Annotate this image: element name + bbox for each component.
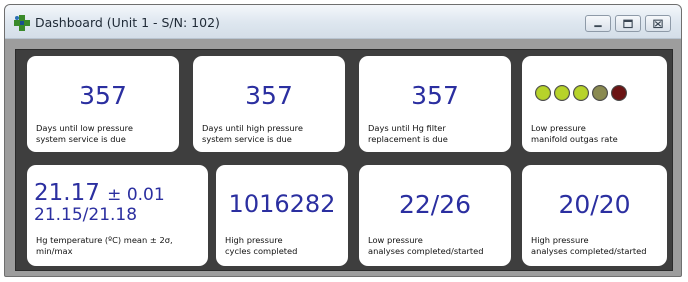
outgas-indicator-dot [554,85,570,101]
card-hg-filter: 357 Days until Hg filter replacement is … [359,56,511,152]
outgas-rate-label: Low pressure manifold outgas rate [531,123,618,144]
card-low-pressure-service: 357 Days until low pressure system servi… [27,56,179,152]
window-controls [585,15,671,32]
hg-temperature-label: Hg temperature (ºC) mean ± 2σ, min/max [36,235,173,256]
card-high-pressure-service: 357 Days until high pressure system serv… [193,56,345,152]
title-bar[interactable]: Dashboard (Unit 1 - S/N: 102) [5,5,681,39]
dashboard-window: Dashboard (Unit 1 - S/N: 102) 357 Days u… [4,4,682,277]
low-pressure-analyses-label: Low pressure analyses completed/started [368,235,484,256]
high-pressure-cycles-label: High pressure cycles completed [225,235,298,256]
hg-filter-label: Days until Hg filter replacement is due [368,123,448,144]
minimize-button[interactable] [585,15,611,32]
maximize-button[interactable] [615,15,641,32]
outgas-indicator-dot [573,85,589,101]
hg-temperature-mean: 21.17 ± 0.01 [34,180,165,206]
hg-temperature-deviation: ± 0.01 [107,185,165,205]
window-title: Dashboard (Unit 1 - S/N: 102) [35,15,220,30]
high-pressure-service-label: Days until high pressure system service … [202,123,303,144]
close-icon [653,19,663,29]
outgas-rate-indicator [535,85,627,101]
low-pressure-service-days: 357 [79,81,127,110]
hg-temperature-minmax: 21.15/21.18 [34,205,138,225]
high-pressure-analyses-label: High pressure analyses completed/started [531,235,647,256]
dashboard-panel: 357 Days until low pressure system servi… [15,49,673,271]
outgas-indicator-dot [592,85,608,101]
low-pressure-analyses-value: 22/26 [398,190,472,219]
minimize-icon [594,25,602,28]
low-pressure-service-label: Days until low pressure system service i… [36,123,134,144]
maximize-icon [623,19,633,29]
card-outgas-rate: Low pressure manifold outgas rate [522,56,667,152]
card-hg-temperature: 21.17 ± 0.01 21.15/21.18 Hg temperature … [27,165,208,266]
card-high-pressure-cycles: 1016282 High pressure cycles completed [216,165,348,266]
outgas-indicator-dot [611,85,627,101]
outgas-indicator-dot [535,85,551,101]
close-button[interactable] [645,15,671,32]
card-low-pressure-analyses: 22/26 Low pressure analyses completed/st… [359,165,511,266]
high-pressure-service-days: 357 [245,81,293,110]
hg-filter-days: 357 [411,81,459,110]
high-pressure-analyses-value: 20/20 [558,190,631,219]
card-high-pressure-analyses: 20/20 High pressure analyses completed/s… [522,165,667,266]
high-pressure-cycles-value: 1016282 [228,190,336,218]
app-icon [14,15,30,31]
